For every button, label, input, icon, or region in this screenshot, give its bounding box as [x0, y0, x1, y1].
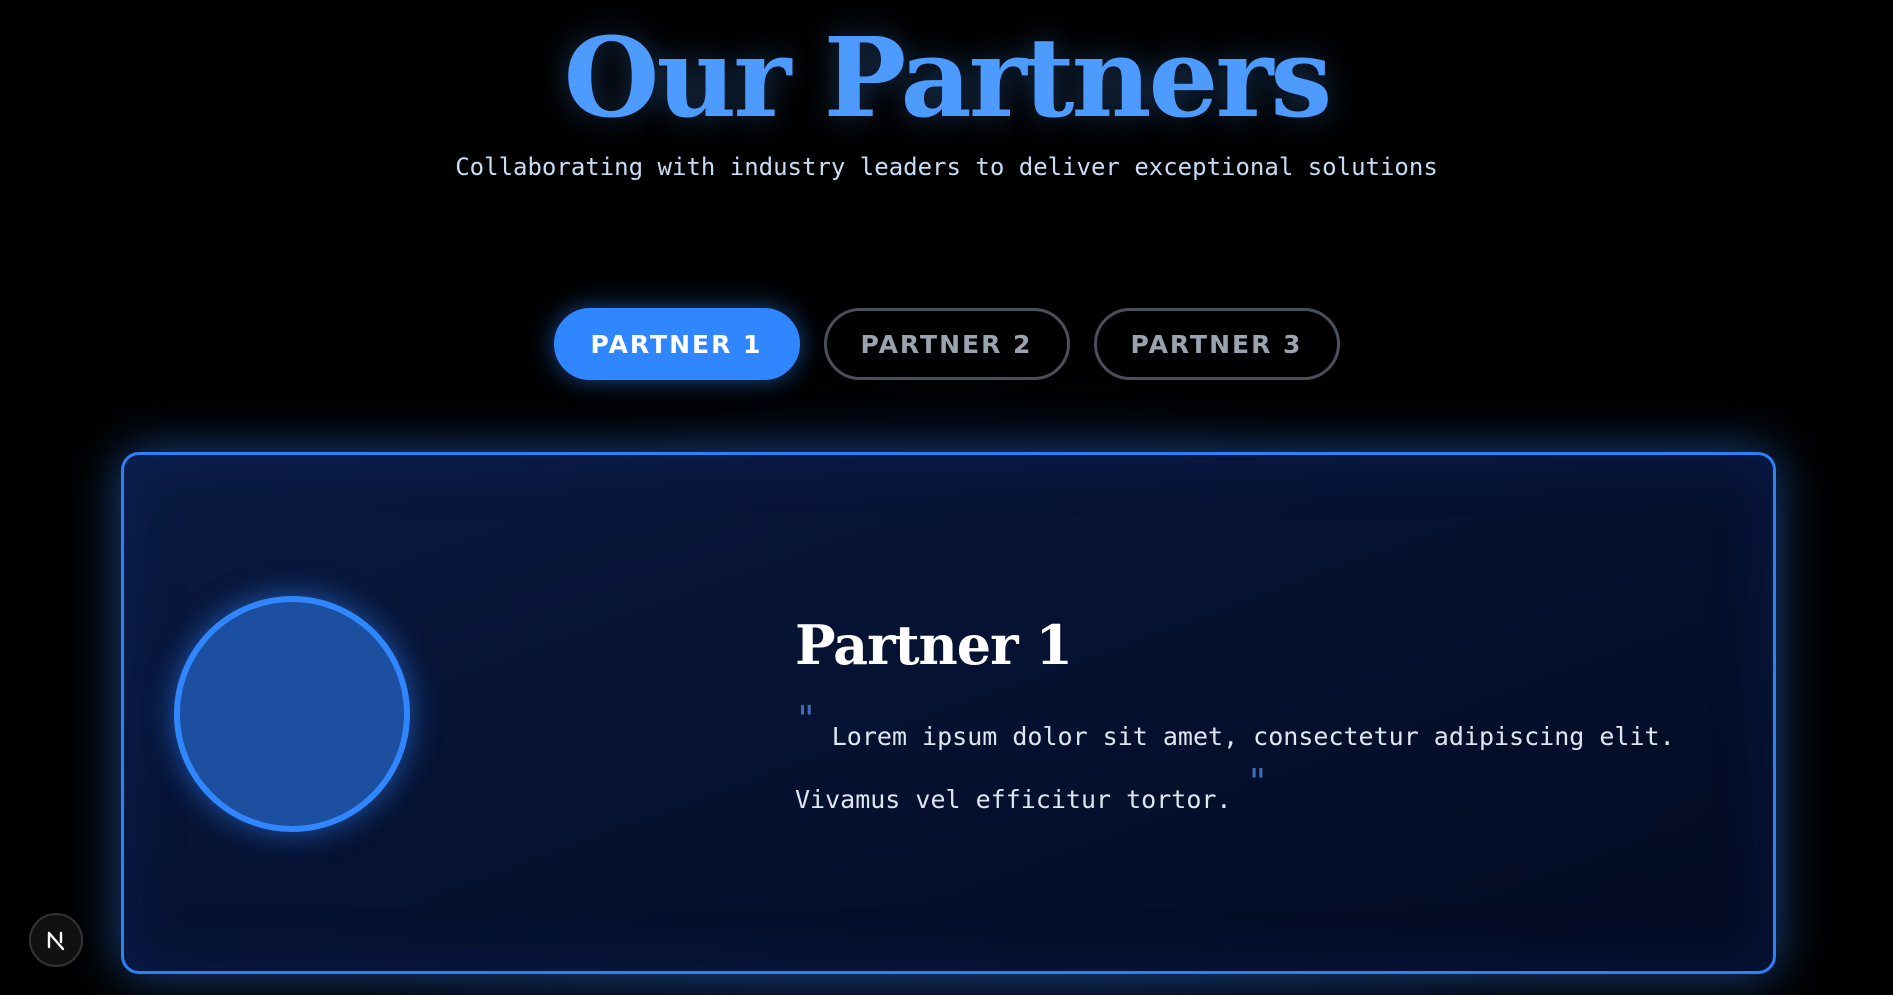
partner-tabs: PARTNER 1 PARTNER 2 PARTNER 3	[0, 308, 1893, 380]
partner-avatar	[174, 596, 410, 832]
partner-name: Partner 1	[795, 613, 1073, 677]
tab-partner-1[interactable]: PARTNER 1	[553, 308, 800, 380]
page-subtitle: Collaborating with industry leaders to d…	[455, 153, 1438, 181]
tab-partner-2[interactable]: PARTNER 2	[823, 308, 1070, 380]
quote-open-mark: "	[795, 699, 817, 740]
partner-card: Partner 1 " Lorem ipsum dolor sit amet, …	[121, 452, 1776, 974]
partner-quote: " Lorem ipsum dolor sit amet, consectetu…	[795, 702, 1725, 831]
nextjs-dev-badge[interactable]	[29, 913, 83, 967]
quote-text: Lorem ipsum dolor sit amet, consectetur …	[795, 722, 1675, 814]
page-title: Our Partners	[563, 13, 1333, 142]
tab-partner-3[interactable]: PARTNER 3	[1093, 308, 1340, 380]
nextjs-n-icon	[47, 931, 65, 951]
quote-close-mark: "	[1246, 762, 1269, 803]
